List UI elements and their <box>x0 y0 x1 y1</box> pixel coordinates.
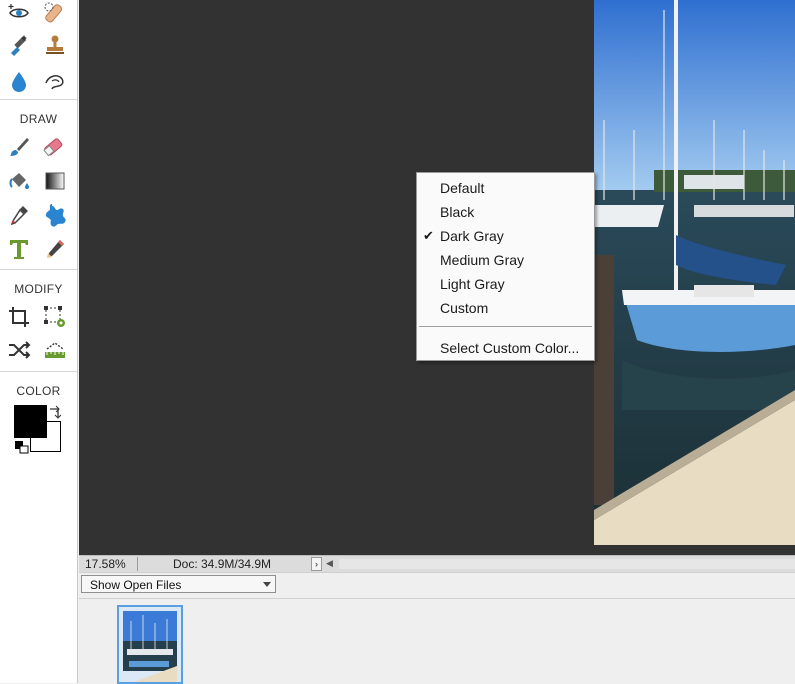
brush-icon[interactable] <box>6 134 32 160</box>
modify-section-label: MODIFY <box>14 282 63 296</box>
menu-item-select-custom-color[interactable]: Select Custom Color... <box>418 336 593 360</box>
status-menu-arrow-icon[interactable]: › <box>311 557 322 571</box>
pencil-icon[interactable] <box>42 236 68 262</box>
clone-stamp-icon[interactable] <box>42 32 68 58</box>
default-colors-icon[interactable] <box>14 440 30 454</box>
toolbox-divider <box>0 371 77 372</box>
eyedropper-icon[interactable] <box>6 202 32 228</box>
blur-icon[interactable] <box>6 68 32 94</box>
smart-brush-icon[interactable] <box>6 32 32 58</box>
context-menu: Default Black ✔ Dark Gray Medium Gray Li… <box>416 172 595 361</box>
canvas-area[interactable]: Default Black ✔ Dark Gray Medium Gray Li… <box>79 0 795 555</box>
color-section-label: COLOR <box>16 384 61 398</box>
toolbox: DRAW MODIFY COLOR <box>0 0 78 683</box>
thumbnail-image <box>123 611 177 682</box>
doc-size: Doc: 34.9M/34.9M <box>173 557 272 571</box>
crop-icon[interactable] <box>6 304 32 330</box>
toolbox-divider <box>0 269 77 270</box>
photo-image <box>594 0 795 545</box>
scroll-left-icon[interactable]: ◀ <box>326 558 333 569</box>
menu-item-black[interactable]: Black <box>418 200 593 224</box>
menu-item-dark-gray[interactable]: ✔ Dark Gray <box>418 224 593 248</box>
show-files-select[interactable]: Show Open Files <box>81 575 276 593</box>
project-bin: Show Open Files <box>79 572 795 684</box>
menu-item-default[interactable]: Default <box>418 176 593 200</box>
zoom-level: 17.58% <box>85 557 126 571</box>
chevron-down-icon <box>263 582 271 587</box>
menu-separator <box>419 326 592 327</box>
draw-section-label: DRAW <box>19 112 58 126</box>
spot-healing-icon[interactable] <box>42 0 68 26</box>
toolbox-divider <box>0 99 77 100</box>
paint-bucket-icon[interactable] <box>6 168 32 194</box>
gradient-icon[interactable] <box>42 168 68 194</box>
bin-divider <box>79 598 795 599</box>
custom-shape-icon[interactable] <box>42 202 68 228</box>
menu-item-custom[interactable]: Custom <box>418 296 593 320</box>
open-file-thumbnail[interactable] <box>117 605 183 684</box>
menu-item-light-gray[interactable]: Light Gray <box>418 272 593 296</box>
straighten-icon[interactable] <box>42 337 68 363</box>
foreground-color-swatch[interactable] <box>14 405 47 438</box>
swap-colors-icon[interactable] <box>48 405 62 419</box>
checkmark-icon: ✔ <box>423 228 434 243</box>
recompose-icon[interactable] <box>42 304 68 330</box>
content-aware-move-icon[interactable] <box>6 337 32 363</box>
eraser-icon[interactable] <box>42 134 68 160</box>
type-icon[interactable] <box>6 236 32 262</box>
smudge-icon[interactable] <box>42 68 68 94</box>
horizontal-scrollbar[interactable] <box>339 559 795 569</box>
status-bar: 17.58% Doc: 34.9M/34.9M › ◀ <box>79 555 795 572</box>
menu-item-medium-gray[interactable]: Medium Gray <box>418 248 593 272</box>
red-eye-icon[interactable] <box>6 0 32 26</box>
status-separator <box>137 557 138 571</box>
